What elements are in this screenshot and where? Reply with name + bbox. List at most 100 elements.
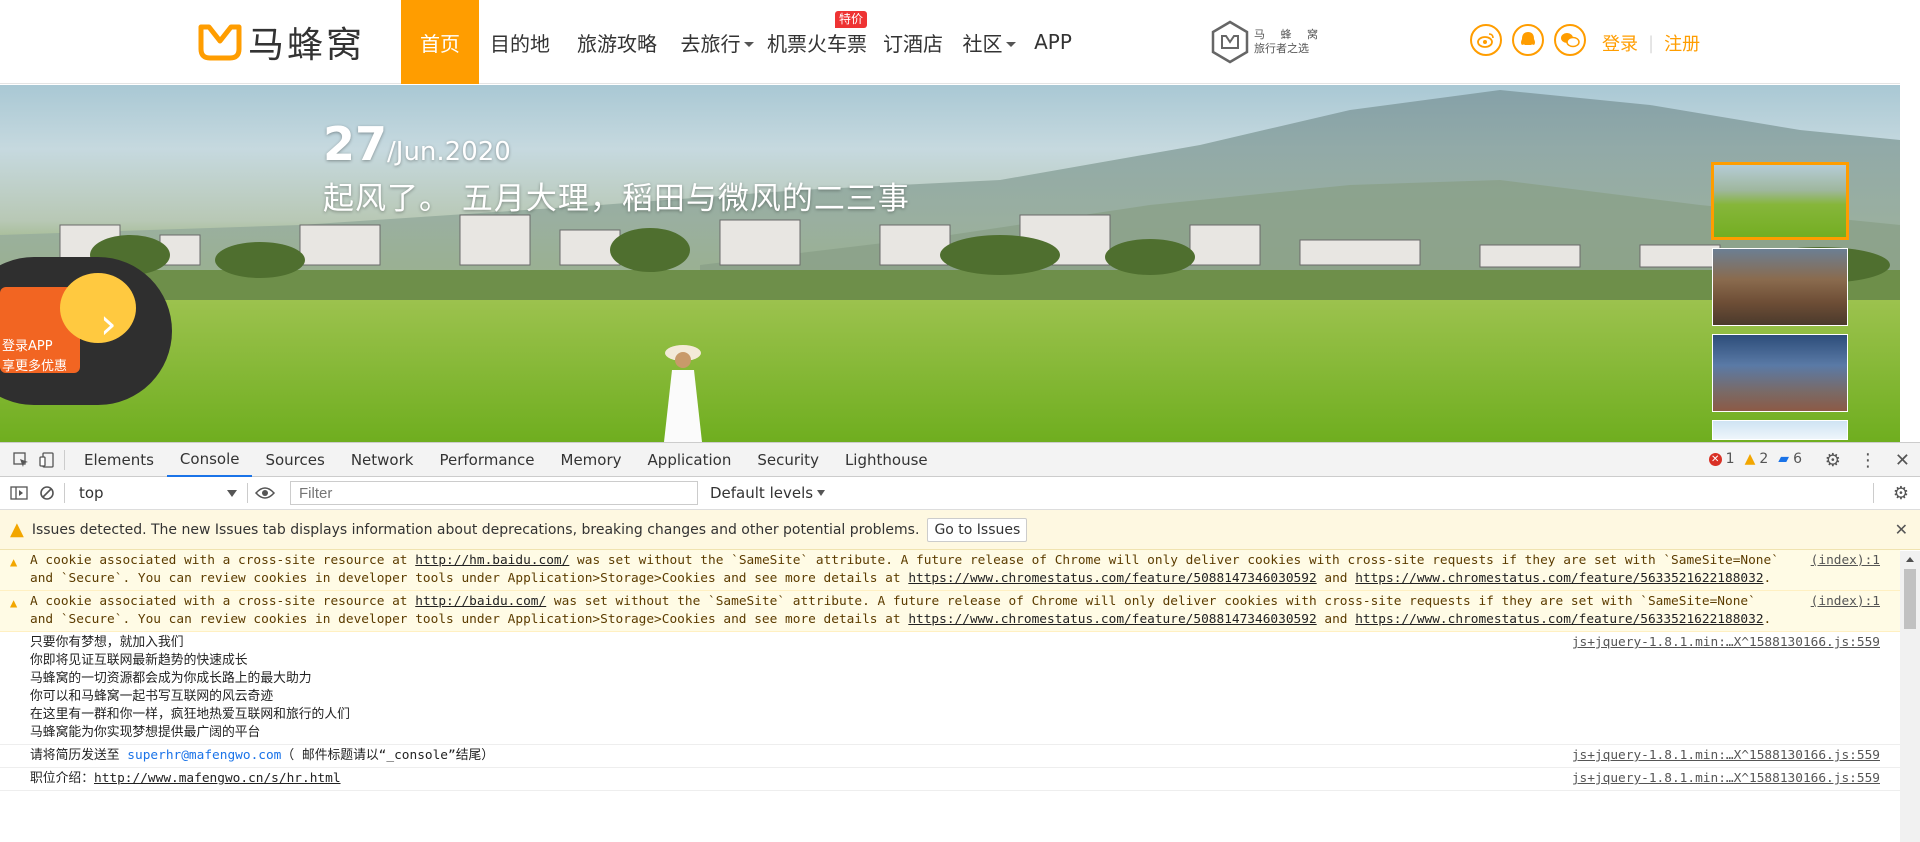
message-text: and [1316, 612, 1356, 627]
message-line: 只要你有梦想，就加入我们 [30, 635, 184, 650]
banner-thumb-3[interactable] [1712, 334, 1848, 412]
console-scrollbar[interactable] [1900, 551, 1920, 842]
go-to-issues-button[interactable]: Go to Issues [927, 517, 1028, 542]
source-link[interactable]: (index):1 [1811, 552, 1880, 570]
device-toolbar-icon[interactable] [36, 450, 58, 470]
url-link[interactable]: http://baidu.com/ [415, 594, 546, 609]
message-line: 在这里有一群和你一样，疯狂地热爱互联网和旅行的人们 [30, 707, 350, 722]
mafengwo-logo-icon [198, 24, 242, 61]
close-icon[interactable]: ✕ [1895, 450, 1910, 471]
console-message: 只要你有梦想，就加入我们 你即将见证互联网最新趋势的快速成长 马蜂窝的一切资源都会成… [0, 632, 1900, 745]
tab-memory[interactable]: Memory [548, 443, 635, 477]
email-link[interactable]: superhr@mafengwo.com [127, 748, 281, 763]
url-link[interactable]: https://www.chromestatus.com/feature/508… [908, 612, 1316, 627]
source-link[interactable]: js+jquery-1.8.1.min:…X^1588130166.js:559 [1572, 747, 1880, 765]
login-link[interactable]: 登录 [1602, 30, 1638, 56]
nav-item-label: 机票火车票 [767, 31, 867, 56]
weibo-icon[interactable] [1470, 24, 1502, 56]
url-link[interactable]: https://www.chromestatus.com/feature/563… [1355, 612, 1763, 627]
message-text: A cookie associated with a cross-site re… [30, 594, 416, 609]
website-viewport: 马蜂窝 首页 目的地 旅游攻略 去旅行 机票火车票 特价 订酒店 社区 APP 马 蜂 窝 旅行… [0, 0, 1900, 442]
brand-badge[interactable]: 马 蜂 窝 旅行者之选 [1210, 20, 1324, 64]
site-logo[interactable]: 马蜂窝 [198, 20, 365, 66]
message-body: A cookie associated with a cross-site re… [30, 552, 1900, 588]
nav-item-label: 目的地 [490, 31, 550, 56]
tab-security[interactable]: Security [744, 443, 832, 477]
warning-icon: ▲ [10, 596, 18, 610]
error-icon: ✕ [1708, 452, 1722, 466]
banner-thumb-2[interactable] [1712, 248, 1848, 326]
url-link[interactable]: http://hm.baidu.com/ [415, 553, 569, 568]
nav-item-label: 首页 [420, 31, 460, 56]
nav-item[interactable]: 旅游攻略 [561, 0, 673, 84]
console-toolbar: top Default levels ⚙ [0, 477, 1920, 510]
tab-network[interactable]: Network [338, 443, 427, 477]
show-sidebar-icon[interactable] [8, 483, 30, 503]
issues-banner: ▲ Issues detected. The new Issues tab di… [0, 510, 1920, 550]
nav-item[interactable]: 订酒店 [873, 0, 953, 84]
issues-message: Issues detected. The new Issues tab disp… [31, 521, 920, 538]
console-log: ▲ A cookie associated with a cross-site r… [0, 550, 1900, 791]
banner-title[interactable]: 起风了。 五月大理，稻田与微风的二三事 [323, 173, 910, 218]
inspect-element-icon[interactable] [10, 450, 32, 470]
nav-item[interactable]: APP [1025, 0, 1081, 84]
message-line: 你即将见证互联网最新趋势的快速成长 [30, 653, 248, 668]
message-text: （ 邮件标题请以“_console”结尾） [281, 748, 495, 763]
caret-down-icon [1005, 41, 1016, 47]
brand-line1: 马 蜂 窝 [1254, 28, 1324, 41]
console-message: 请将简历发送至 superhr@mafengwo.com（ 邮件标题请以“_co… [0, 745, 1900, 768]
banner-thumb-1[interactable] [1711, 162, 1849, 240]
more-options-icon[interactable]: ⋮ [1859, 450, 1877, 471]
info-icon: ▰ [1778, 451, 1790, 467]
nav-item[interactable]: 社区 [953, 0, 1025, 84]
hero-banner[interactable]: 27/Jun.2020 起风了。 五月大理，稻田与微风的二三事 登录APP 享更… [0, 85, 1900, 442]
url-link[interactable]: https://www.chromestatus.com/feature/563… [1355, 571, 1763, 586]
tab-console[interactable]: Console [166, 443, 253, 477]
settings-gear-icon[interactable]: ⚙ [1825, 450, 1841, 471]
info-count: 6 [1793, 451, 1802, 467]
eye-icon[interactable] [254, 483, 276, 503]
message-line: 马蜂窝能为你实现梦想提供最广阔的平台 [30, 725, 261, 740]
nav-item[interactable]: 目的地 [479, 0, 561, 84]
source-link[interactable]: (index):1 [1811, 593, 1880, 611]
toolbar-divider [1873, 483, 1874, 503]
wechat-icon[interactable] [1554, 24, 1586, 56]
banner-thumb-4[interactable] [1712, 420, 1848, 440]
message-text: and [1316, 571, 1356, 586]
qq-icon[interactable] [1512, 24, 1544, 56]
message-text: . [1763, 612, 1772, 627]
scroll-thumb[interactable] [1904, 569, 1916, 629]
url-link[interactable]: https://www.chromestatus.com/feature/508… [908, 571, 1316, 586]
log-levels-dropdown[interactable]: Default levels [710, 484, 826, 502]
console-filter-input[interactable] [290, 481, 698, 505]
context-selector[interactable]: top [75, 481, 241, 505]
console-settings-gear-icon[interactable]: ⚙ [1890, 483, 1912, 504]
banner-thumbnails [1711, 162, 1850, 442]
social-links [1470, 24, 1586, 56]
nav-item[interactable]: 首页 [401, 0, 479, 84]
nav-item[interactable]: 去旅行 [673, 0, 761, 84]
close-icon[interactable]: ✕ [1895, 520, 1908, 539]
clear-console-icon[interactable] [36, 483, 58, 503]
source-link[interactable]: js+jquery-1.8.1.min:…X^1588130166.js:559 [1572, 770, 1880, 788]
scroll-up-arrow-icon[interactable] [1906, 557, 1914, 562]
tab-elements[interactable]: Elements [71, 443, 167, 477]
banner-date: 27/Jun.2020 [323, 117, 511, 171]
register-link[interactable]: 注册 [1664, 30, 1700, 56]
issue-counters[interactable]: ✕ 1 ▲ 2 ▰ 6 [1708, 451, 1802, 467]
source-link[interactable]: js+jquery-1.8.1.min:…X^1588130166.js:559 [1572, 634, 1880, 652]
devtools-panel: Elements Console Sources Network Performance… [0, 442, 1920, 842]
promo-line2: 享更多优惠 [2, 359, 68, 374]
url-link[interactable]: http://www.mafengwo.cn/s/hr.html [94, 771, 341, 786]
tab-performance[interactable]: Performance [426, 443, 547, 477]
tab-lighthouse[interactable]: Lighthouse [832, 443, 941, 477]
error-count: 1 [1725, 451, 1735, 467]
app-promo-widget[interactable]: 登录APP 享更多优惠 › [0, 257, 172, 405]
nav-item[interactable]: 机票火车票 特价 [761, 0, 873, 84]
nav-item-label: 旅游攻略 [577, 31, 657, 56]
tab-application[interactable]: Application [635, 443, 745, 477]
banner-date-day: 27 [323, 117, 388, 171]
chevron-right-icon[interactable]: › [100, 303, 117, 345]
toolbar-divider [64, 483, 65, 503]
tab-sources[interactable]: Sources [252, 443, 337, 477]
